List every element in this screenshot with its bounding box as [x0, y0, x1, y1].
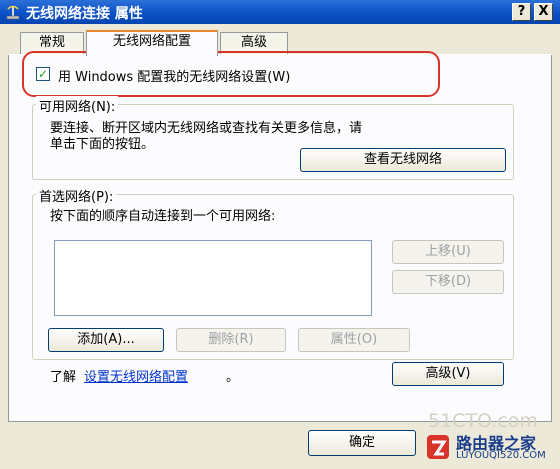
- tab-wireless-networks[interactable]: 无线网络配置: [86, 30, 218, 56]
- help-button[interactable]: ?: [512, 3, 531, 21]
- preferred-networks-title: 首选网络(P):: [36, 186, 117, 205]
- preferred-networks-list[interactable]: [54, 240, 372, 316]
- advanced-button[interactable]: 高级(V): [392, 362, 504, 386]
- use-windows-label: 用 Windows 配置我的无线网络设置(W): [58, 70, 291, 85]
- learn-suffix: 。: [226, 370, 240, 385]
- use-windows-checkbox[interactable]: ✓: [36, 67, 50, 81]
- network-connection-icon: [6, 5, 20, 20]
- ok-button[interactable]: 确定: [308, 430, 416, 456]
- remove-network-button[interactable]: 删除(R): [176, 328, 286, 352]
- close-button[interactable]: X: [534, 3, 553, 21]
- title-bar: 无线网络连接 属性 ? X: [0, 0, 560, 24]
- add-network-button[interactable]: 添加(A)...: [48, 328, 164, 352]
- router-home-logo-icon: [427, 435, 449, 459]
- move-up-button[interactable]: 上移(U): [392, 240, 504, 264]
- available-text-line2: 单击下面的按钮。: [50, 137, 155, 152]
- move-down-button[interactable]: 下移(D): [392, 270, 504, 294]
- network-properties-button[interactable]: 属性(O): [298, 328, 410, 352]
- view-wireless-networks-button[interactable]: 查看无线网络: [300, 148, 506, 172]
- preferred-hint: 按下面的顺序自动连接到一个可用网络:: [50, 209, 276, 224]
- watermark-router-home-url: LUYOUQI520.COM: [456, 450, 546, 461]
- watermark-luyouqi: 路由器之家 LUYOUQI520.COM: [426, 430, 554, 466]
- learn-prefix: 了解: [50, 370, 77, 385]
- learn-link[interactable]: 设置无线网络配置: [84, 366, 188, 385]
- available-networks-title: 可用网络(N):: [36, 96, 119, 115]
- window-title: 无线网络连接 属性: [26, 6, 143, 22]
- watermark-51cto: 51CTO.com: [428, 410, 538, 432]
